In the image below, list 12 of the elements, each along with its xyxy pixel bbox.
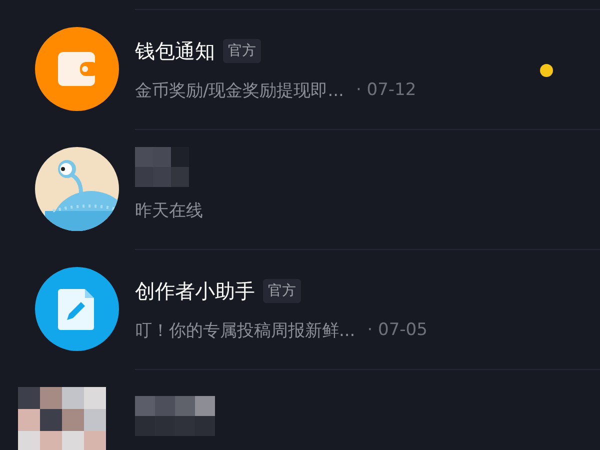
message-date: · 07-05 xyxy=(367,320,428,340)
contact-name[interactable]: 钱包通知 xyxy=(135,38,215,64)
official-badge: 官方 xyxy=(223,39,261,63)
official-badge: 官方 xyxy=(263,279,301,303)
wallet-avatar-icon xyxy=(35,27,119,111)
contact-name[interactable]: 创作者小助手 xyxy=(135,278,255,304)
message-preview: 金币奖励/现金奖励提现即... xyxy=(135,80,344,102)
message-date: · 07-12 xyxy=(356,80,416,100)
message-preview: 叮！你的专属投稿周报新鲜... xyxy=(135,320,356,342)
message-preview: 昨天在线 xyxy=(135,200,203,222)
pixelated-name xyxy=(135,147,189,187)
editor-avatar-icon xyxy=(35,267,119,351)
